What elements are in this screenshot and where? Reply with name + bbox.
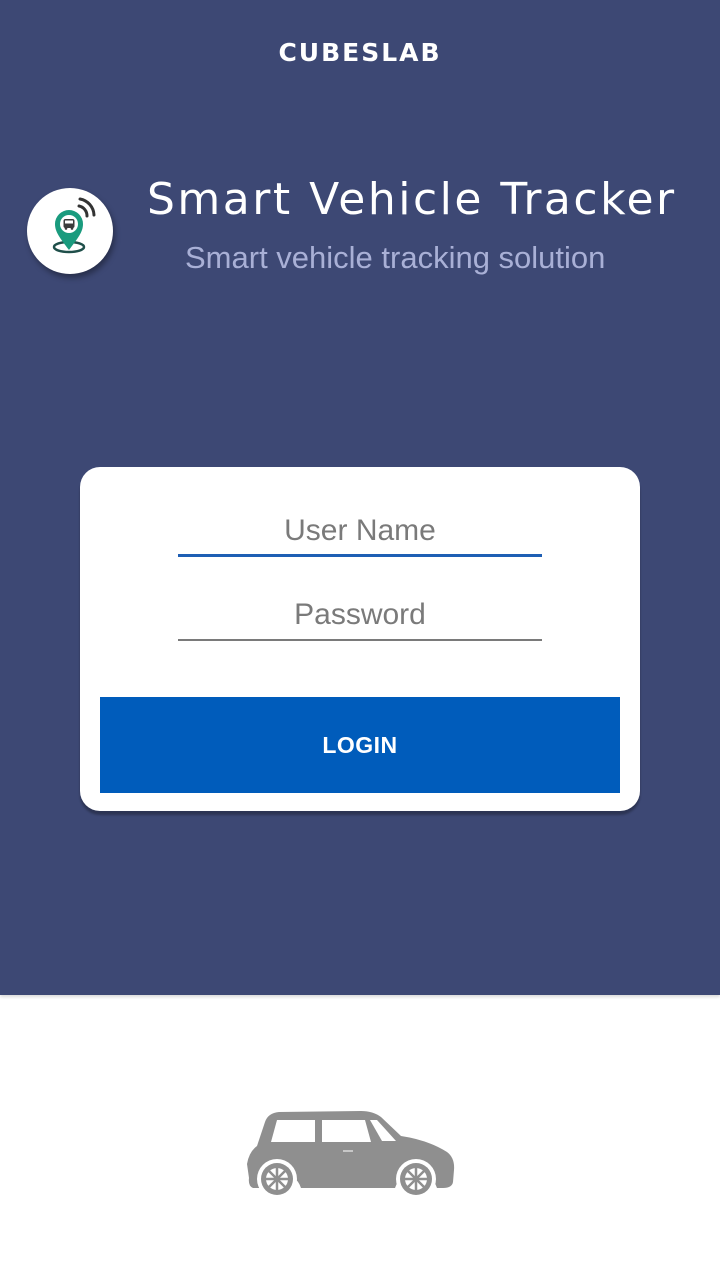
car-illustration	[243, 1108, 458, 1208]
app-title: Smart Vehicle Tracker	[147, 174, 677, 225]
header-panel: CUBESLAB Smart Vehicle Tracker Smart veh…	[0, 0, 720, 995]
username-input[interactable]	[178, 507, 542, 557]
location-pin-bus-icon	[52, 197, 96, 254]
brand-name: CUBESLAB	[278, 38, 442, 67]
password-input[interactable]	[178, 591, 542, 641]
login-card: LOGIN	[80, 467, 640, 811]
app-subtitle: Smart vehicle tracking solution	[185, 240, 606, 275]
login-button[interactable]: LOGIN	[100, 697, 620, 793]
app-logo	[27, 188, 113, 274]
car-icon	[247, 1111, 455, 1199]
